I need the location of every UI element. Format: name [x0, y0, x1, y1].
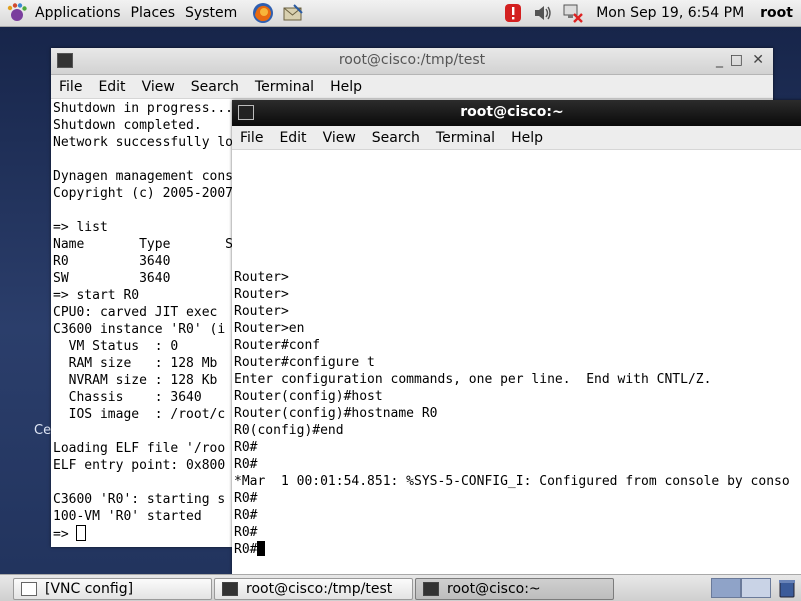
minimize-button[interactable]: _: [716, 52, 723, 68]
volume-icon[interactable]: [532, 2, 554, 24]
terminal-output[interactable]: Router> Router> Router> Router>en Router#con…: [232, 269, 801, 569]
menu-view[interactable]: View: [142, 79, 175, 95]
clock[interactable]: Mon Sep 19, 6:54 PM: [596, 5, 744, 21]
workspace-2[interactable]: [741, 578, 771, 598]
terminal-line: ELF entry point: 0x800: [53, 458, 226, 473]
terminal-line: R0#: [234, 491, 258, 506]
window-titlebar[interactable]: root@cisco:/tmp/test _ □ ✕: [51, 48, 773, 75]
terminal-line: NVRAM size : 128 Kb: [53, 373, 218, 388]
window-title: root@cisco:~: [460, 104, 564, 120]
top-panel: Applications Places System Mon Sep 19, 6…: [0, 0, 801, 27]
taskbar-item-vnc-config[interactable]: [VNC config]: [13, 578, 212, 600]
menu-search[interactable]: Search: [372, 130, 420, 146]
network-disconnected-icon[interactable]: [562, 2, 584, 24]
watermark-logo: 51CTO.com: [662, 530, 801, 558]
terminal-line: Name Type S: [53, 237, 233, 252]
alert-icon[interactable]: [502, 2, 524, 24]
taskbar-item-label: root@cisco:/tmp/test: [246, 581, 393, 597]
taskbar-item-label: [VNC config]: [45, 581, 134, 597]
gnome-foot-icon[interactable]: [6, 2, 28, 24]
bottom-panel: [VNC config] root@cisco:/tmp/test root@c…: [0, 574, 801, 601]
terminal-line: Network successfully lo: [53, 135, 233, 150]
terminal-line: Router>en: [234, 321, 305, 336]
terminal-line: Loading ELF file '/roo: [53, 441, 226, 456]
terminal-window-home[interactable]: root@cisco:~ File Edit View Search Termi…: [232, 100, 801, 574]
window-icon: [21, 582, 37, 596]
system-menu[interactable]: System: [182, 5, 240, 21]
menu-file[interactable]: File: [240, 130, 263, 146]
terminal-line: R0#: [234, 440, 258, 455]
terminal-line: Copyright (c) 2005-2007: [53, 186, 233, 201]
applications-menu[interactable]: Applications: [32, 5, 124, 21]
mail-edit-icon[interactable]: [282, 2, 304, 24]
menu-edit[interactable]: Edit: [279, 130, 306, 146]
workspace-1[interactable]: [711, 578, 741, 598]
terminal-line: Router(config)#hostname R0: [234, 406, 438, 421]
terminal-line: R0#: [234, 457, 258, 472]
terminal-line: Router>: [234, 287, 289, 302]
terminal-line: 100-VM 'R0' started: [53, 509, 202, 524]
terminal-line: CPU0: carved JIT exec: [53, 305, 226, 320]
terminal-line: *Mar 1 00:01:54.851: %SYS-5-CONFIG_I: Co…: [234, 474, 790, 489]
terminal-line: => start R0: [53, 288, 140, 303]
window-title: root@cisco:/tmp/test: [338, 52, 486, 68]
terminal-line: VM Status : 0: [53, 339, 179, 354]
terminal-output[interactable]: Shutdown in progress... Shutdown complete…: [51, 100, 233, 545]
terminal-line: Shutdown in progress...: [53, 101, 233, 116]
terminal-line: => list: [53, 220, 108, 235]
terminal-line: C3600 'R0': starting s: [53, 492, 226, 507]
terminal-line: Dynagen management cons: [53, 169, 233, 184]
firefox-icon[interactable]: [252, 2, 274, 24]
trash-icon[interactable]: [776, 577, 798, 599]
menu-bar: File Edit View Search Terminal Help: [232, 126, 801, 150]
terminal-cursor: [257, 541, 266, 556]
menu-search[interactable]: Search: [191, 79, 239, 95]
terminal-line: Shutdown completed.: [53, 118, 202, 133]
desktop-icon-label[interactable]: Ce: [34, 423, 51, 438]
terminal-line: Router>: [234, 270, 289, 285]
menu-terminal[interactable]: Terminal: [436, 130, 495, 146]
terminal-prompt-line: =>: [53, 525, 233, 543]
menu-file[interactable]: File: [59, 79, 82, 95]
terminal-cursor: [76, 525, 87, 541]
terminal-icon: [423, 582, 439, 596]
menu-bar: File Edit View Search Terminal Help: [51, 75, 773, 99]
terminal-line: RAM size : 128 Mb: [53, 356, 218, 371]
terminal-line: R0#: [234, 508, 258, 523]
taskbar-item-terminal-home[interactable]: root@cisco:~: [415, 578, 614, 600]
terminal-line: Router(config)#host: [234, 389, 383, 404]
terminal-line: IOS image : /root/c: [53, 407, 226, 422]
menu-help[interactable]: Help: [511, 130, 543, 146]
terminal-line: C3600 instance 'R0' (i: [53, 322, 226, 337]
taskbar-item-terminal-tmp-test[interactable]: root@cisco:/tmp/test: [214, 578, 413, 600]
terminal-line: Router#configure t: [234, 355, 375, 370]
window-titlebar[interactable]: root@cisco:~: [232, 100, 801, 126]
terminal-line: R0 3640: [53, 254, 226, 269]
close-button[interactable]: ✕: [752, 52, 764, 68]
terminal-line: Router#conf: [234, 338, 321, 353]
terminal-icon: [222, 582, 238, 596]
taskbar-item-label: root@cisco:~: [447, 581, 541, 597]
terminal-line: Router>: [234, 304, 289, 319]
maximize-button[interactable]: □: [730, 52, 743, 68]
user-name[interactable]: root: [760, 5, 793, 21]
menu-help[interactable]: Help: [330, 79, 362, 95]
menu-edit[interactable]: Edit: [98, 79, 125, 95]
terminal-line: Enter configuration commands, one per li…: [234, 372, 712, 387]
places-menu[interactable]: Places: [128, 5, 179, 21]
terminal-line: Chassis : 3640: [53, 390, 202, 405]
menu-terminal[interactable]: Terminal: [255, 79, 314, 95]
terminal-line: R0(config)#end: [234, 423, 344, 438]
menu-view[interactable]: View: [323, 130, 356, 146]
terminal-line: SW 3640: [53, 271, 226, 286]
